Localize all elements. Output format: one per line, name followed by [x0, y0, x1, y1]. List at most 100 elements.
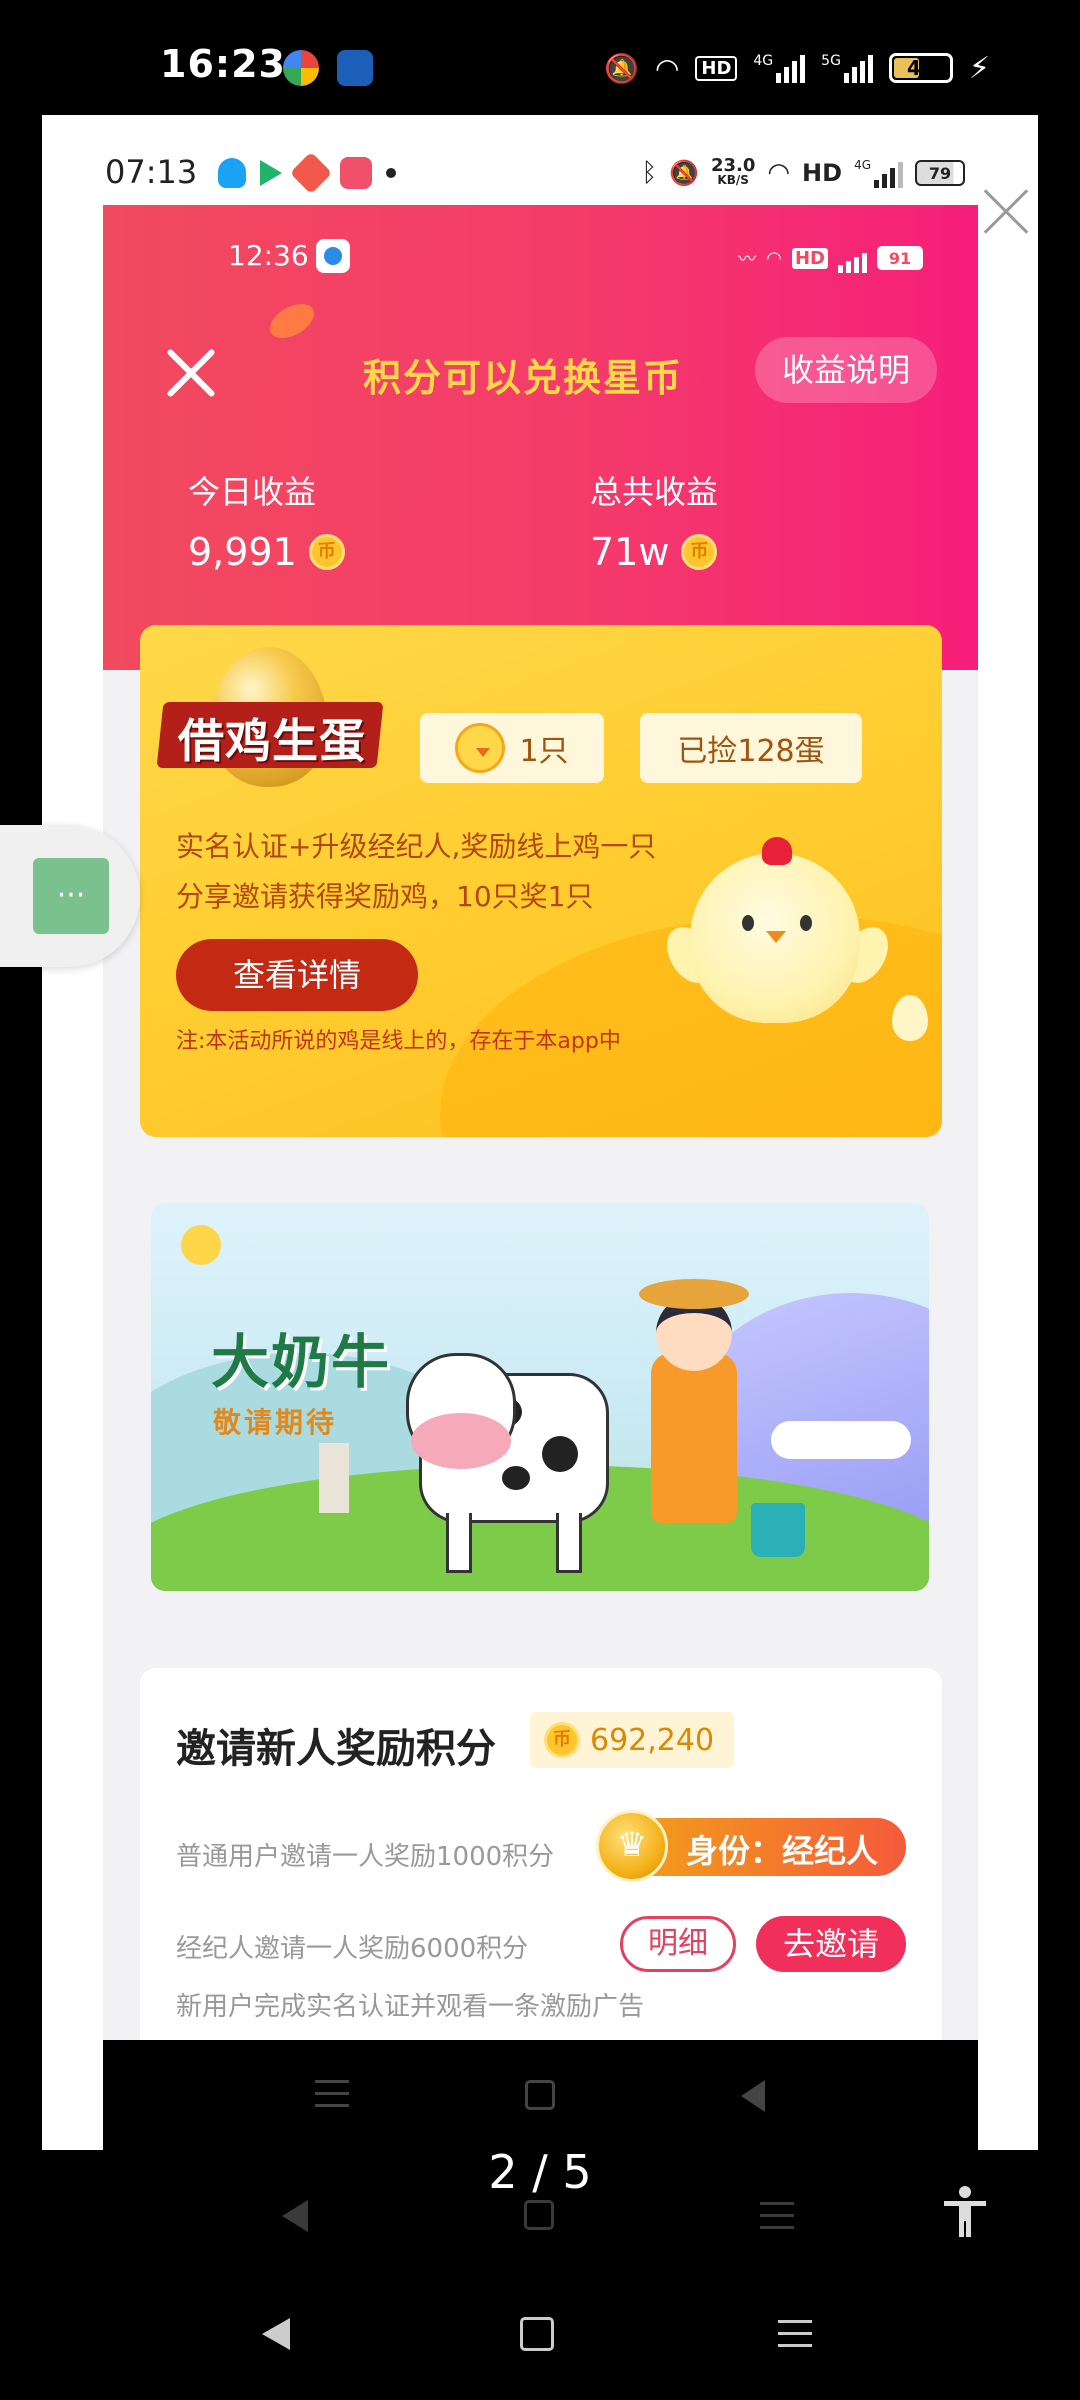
play-icon — [260, 160, 282, 186]
egg-activity-card: 借鸡生蛋 1只 已捡128蛋 实名认证+升级经纪人,奖励线上鸡一只 分享邀请获得… — [140, 625, 942, 1137]
crown-icon: ♛ — [596, 1810, 668, 1882]
invite-details-button[interactable]: 明细 — [620, 1916, 736, 1972]
invite-rewards-card: 邀请新人奖励积分 币 692,240 普通用户邀请一人奖励1000积分 经纪人邀… — [140, 1668, 942, 2040]
egg-rule-line: 分享邀请获得奖励鸡，10只奖1只 — [176, 880, 594, 913]
app-notification-icon — [316, 239, 350, 273]
app-icon — [340, 157, 372, 189]
device-status-bar: 16:23 🔕 ◠ HD 4G 5G 46 ⚡ — [0, 0, 1080, 115]
viewer-close-icon[interactable] — [982, 188, 1030, 236]
back-icon — [282, 2200, 308, 2232]
device-status-icons: 🔕 ◠ HD 4G 5G 46 ⚡ — [604, 48, 990, 88]
chick-eye — [742, 915, 754, 931]
qq-icon — [218, 158, 246, 188]
coin-icon: 币 — [308, 534, 345, 570]
dairy-cow-banner[interactable]: 大奶牛 敬请期待 — [151, 1203, 929, 1591]
signal-4g-icon: 4G — [753, 53, 806, 83]
home-icon[interactable] — [525, 2080, 555, 2110]
page-title: 积分可以兑换星币 — [363, 356, 684, 400]
nested-notification-icons — [218, 151, 396, 195]
girl-illustration — [651, 1353, 737, 1523]
cow-muzzle — [411, 1413, 511, 1469]
chick-beak — [766, 931, 786, 943]
cow-banner-subtitle: 敬请期待 — [213, 1406, 338, 1439]
total-earnings-label: 总共收益 — [590, 473, 719, 511]
compass-icon — [289, 151, 333, 195]
identity-label: 身份：经纪人 — [686, 1832, 879, 1870]
vibrate-icon: 〰 — [738, 249, 757, 270]
app-notification-icon — [337, 50, 373, 86]
battery-icon: 79 — [915, 160, 965, 186]
go-invite-button[interactable]: 去邀请 — [756, 1916, 906, 1972]
nested-navigation-bar — [103, 2040, 978, 2150]
back-icon[interactable] — [741, 2080, 765, 2112]
battery-icon: 91 — [877, 246, 923, 270]
today-earnings-label: 今日收益 — [188, 473, 317, 511]
cow-banner-title: 大奶牛 — [211, 1328, 392, 1396]
cloud-illustration — [771, 1421, 911, 1459]
floating-more-button[interactable]: ··· — [33, 858, 109, 934]
accessibility-icon[interactable] — [940, 2185, 990, 2239]
nested-clock: 07:13 — [105, 153, 198, 191]
chicks-count: 1只 — [519, 734, 569, 769]
home-icon — [524, 2200, 554, 2230]
page-indicator: 2 / 5 — [488, 2145, 592, 2199]
coin-icon: 币 — [681, 534, 718, 570]
chick-comb-icon — [762, 837, 792, 865]
windmill-illustration — [319, 1443, 349, 1513]
signal-icon: 4G — [854, 158, 903, 188]
hd-icon: HD — [802, 159, 843, 187]
wifi-icon: ◠ — [767, 158, 791, 188]
milk-bucket-icon — [751, 1503, 805, 1557]
points-balance: 币 692,240 — [530, 1712, 735, 1768]
small-egg-icon — [892, 995, 928, 1041]
cow-leg — [556, 1513, 582, 1573]
invite-rule-line: 普通用户邀请一人奖励1000积分 — [176, 1842, 555, 1872]
app-status-icons: 〰 ◠ HD 91 — [738, 243, 923, 273]
today-earnings: 9,991 币 — [188, 530, 345, 574]
home-icon[interactable] — [520, 2317, 554, 2351]
hd-icon: HD — [695, 55, 738, 81]
more-notifications-dot — [386, 168, 396, 178]
wifi-icon: ◠ — [654, 51, 680, 85]
view-details-button[interactable]: 查看详情 — [176, 939, 418, 1011]
nested-status-icons: ᛒ 🔕 23.0 KB/S ◠ HD 4G 79 — [641, 155, 965, 188]
chicks-count-badge: 1只 — [420, 713, 604, 783]
app-clock: 12:36 — [228, 239, 309, 272]
app-screen: 12:36 〰 ◠ HD 91 积分可以兑换星币 收益说明 今日收益 9,991… — [103, 205, 978, 2040]
menu-icon[interactable] — [315, 2080, 349, 2108]
app-notification-icon — [283, 50, 319, 86]
invite-rule-line: 经纪人邀请一人奖励6000积分 — [176, 1934, 529, 1964]
device-navigation-bar — [0, 2268, 1080, 2400]
charging-icon: ⚡ — [968, 50, 990, 86]
total-earnings: 71w 币 — [590, 530, 718, 574]
close-icon[interactable] — [163, 345, 219, 401]
battery-icon: 46 — [888, 53, 953, 83]
device-clock: 16:23 — [160, 42, 286, 86]
network-speed: 23.0 KB/S — [710, 155, 756, 188]
total-earnings-value: 71w — [590, 530, 670, 574]
menu-icon[interactable] — [778, 2320, 812, 2348]
chick-icon — [455, 723, 506, 773]
chick-eye — [800, 915, 812, 931]
today-earnings-value: 9,991 — [188, 530, 297, 574]
points-value: 692,240 — [590, 1722, 715, 1758]
hd-icon: HD — [791, 247, 828, 269]
earnings-header: 12:36 〰 ◠ HD 91 积分可以兑换星币 收益说明 今日收益 9,991… — [103, 205, 978, 670]
earnings-info-button[interactable]: 收益说明 — [755, 337, 937, 403]
mute-icon: 🔕 — [669, 159, 699, 187]
invite-card-title: 邀请新人奖励积分 — [176, 1726, 496, 1772]
signal-5g-icon: 5G — [821, 53, 873, 83]
egg-note: 注:本活动所说的鸡是线上的，存在于本app中 — [176, 1029, 621, 1054]
invite-rule-line: 新用户完成实名认证并观看一条激励广告 — [176, 1992, 645, 2022]
wifi-icon: ◠ — [766, 247, 782, 269]
decorative-flame — [264, 296, 320, 346]
identity-badge: ♛ 身份：经纪人 — [596, 1810, 906, 1882]
cow-leg — [446, 1513, 472, 1573]
back-icon[interactable] — [262, 2318, 290, 2350]
eggs-collected-badge: 已捡128蛋 — [640, 713, 862, 783]
signal-icon — [838, 243, 867, 273]
egg-card-title: 借鸡生蛋 — [178, 714, 366, 768]
coin-icon: 币 — [544, 1722, 580, 1758]
sun-icon — [181, 1225, 221, 1265]
bluetooth-icon: ᛒ — [641, 158, 658, 188]
